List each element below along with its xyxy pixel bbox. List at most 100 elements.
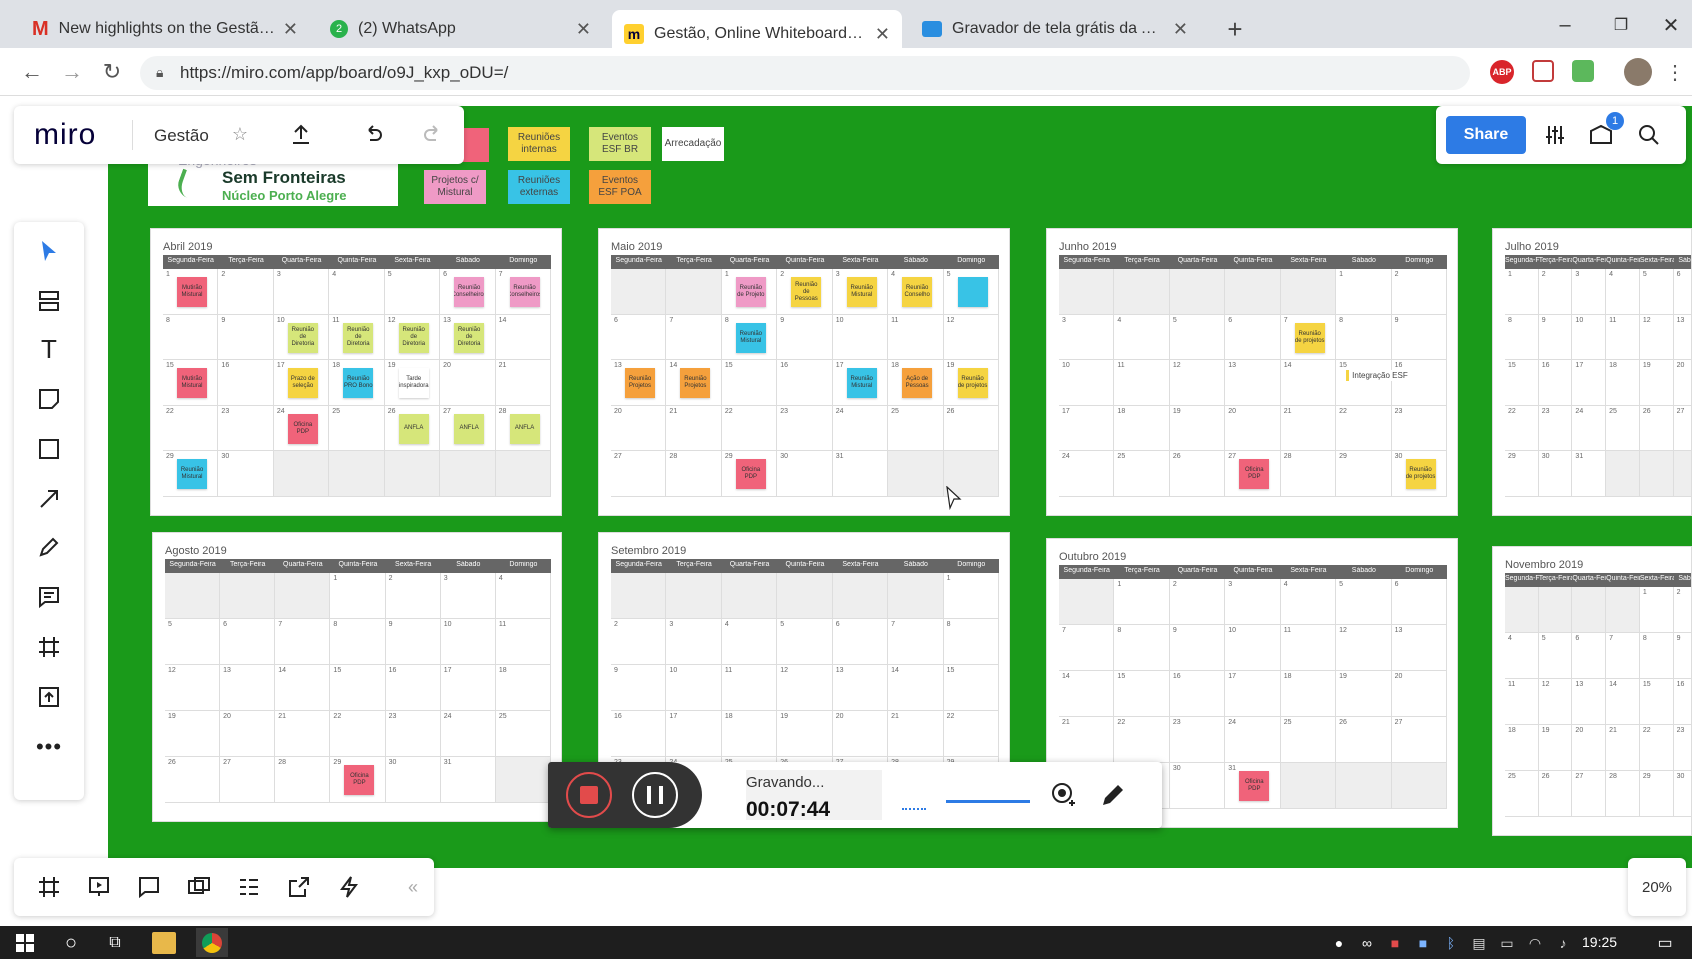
sticky-note[interactable]: Reunião de Diretoria: [398, 322, 429, 353]
close-tab-icon[interactable]: ✕: [1173, 19, 1188, 40]
day-cell[interactable]: 1: [1114, 579, 1170, 625]
sticky-note[interactable]: Oficina PDP: [735, 459, 766, 490]
day-cell[interactable]: 8: [943, 619, 999, 665]
sticky-note[interactable]: Reunião de Pessoas: [791, 277, 822, 307]
day-cell[interactable]: 21: [888, 711, 944, 757]
sticky-note[interactable]: Mutirão Mistural: [177, 277, 207, 307]
event-note[interactable]: Integração ESF: [1346, 370, 1411, 382]
day-cell[interactable]: 17: [1225, 671, 1281, 717]
month-calendar-4[interactable]: Julho 2019 Segunda-FeiraTerça-FeiraQuarta…: [1492, 228, 1692, 516]
sticky-note[interactable]: Reunião de projetos: [1294, 322, 1325, 353]
tab-apowersoft[interactable]: Gravador de tela grátis da Apow ✕: [910, 10, 1200, 48]
day-cell[interactable]: 7: [666, 314, 722, 361]
day-cell[interactable]: [888, 451, 944, 497]
battery-icon[interactable]: ▭: [1496, 932, 1518, 954]
pen-icon[interactable]: [34, 532, 64, 562]
day-cell[interactable]: 11: [495, 619, 551, 665]
star-icon[interactable]: ☆: [228, 122, 252, 146]
day-cell[interactable]: 1: [943, 573, 999, 619]
day-cell[interactable]: 9: [218, 314, 274, 361]
collapse-toolbar-icon[interactable]: «: [398, 872, 428, 902]
day-cell[interactable]: 1: [1505, 269, 1539, 315]
day-cell[interactable]: 22: [163, 405, 219, 452]
day-cell[interactable]: 19: [165, 711, 221, 757]
more-tools-icon[interactable]: •••: [34, 732, 64, 762]
day-cell[interactable]: 25: [1114, 451, 1170, 497]
day-cell[interactable]: 11: [1505, 679, 1539, 725]
day-cell[interactable]: 16: [611, 711, 667, 757]
day-cell[interactable]: 25: [1505, 771, 1539, 817]
day-cell[interactable]: 4: [1280, 579, 1337, 625]
day-cell[interactable]: 26: [943, 405, 999, 452]
extension-icon[interactable]: [1572, 60, 1594, 82]
sticky-note[interactable]: Reunião Mistural: [846, 368, 877, 399]
day-cell[interactable]: 15: [1336, 360, 1392, 406]
sticky-note[interactable]: ANFLA: [398, 413, 429, 444]
comment-icon[interactable]: [34, 582, 64, 612]
pause-record-button[interactable]: [632, 772, 678, 818]
day-cell[interactable]: 15: [721, 360, 778, 406]
day-cell[interactable]: 12: [1169, 360, 1226, 406]
day-cell[interactable]: 31: [440, 757, 496, 803]
day-cell[interactable]: 10: [1225, 625, 1281, 671]
task-view-icon[interactable]: ⧉: [104, 932, 126, 954]
sticky-note[interactable]: Reunião Mistural: [735, 322, 766, 353]
sticky-note[interactable]: Mutirão Mistural: [177, 368, 207, 399]
day-cell[interactable]: 29: [1336, 451, 1392, 497]
day-cell[interactable]: 30: [218, 451, 274, 497]
day-cell[interactable]: 22: [1336, 405, 1392, 452]
apps-lightning-icon[interactable]: [334, 872, 364, 902]
sticky-note[interactable]: Reunião Mistural: [177, 459, 207, 490]
day-cell[interactable]: 9: [611, 665, 667, 711]
day-cell[interactable]: 20: [832, 711, 889, 757]
day-cell[interactable]: 29: [1505, 451, 1539, 497]
sticky-note[interactable]: ANFLA: [509, 413, 540, 444]
day-cell[interactable]: 4: [721, 619, 778, 665]
day-cell[interactable]: 7: [888, 619, 944, 665]
day-cell[interactable]: 10: [832, 314, 889, 361]
day-cell[interactable]: [1538, 587, 1573, 633]
zoom-level[interactable]: 20%: [1628, 872, 1686, 902]
day-cell[interactable]: 2: [611, 619, 667, 665]
sticky-note[interactable]: Reunião Conselheiros: [454, 277, 485, 307]
frames-icon[interactable]: [34, 872, 64, 902]
url-bar[interactable]: 🔒︎ https://miro.com/app/board/o9J_kxp_oD…: [140, 56, 1470, 90]
sticky-note[interactable]: Prazo de seleção: [287, 368, 318, 399]
day-cell[interactable]: [384, 451, 441, 497]
day-cell[interactable]: 19: [1336, 671, 1392, 717]
day-cell[interactable]: [1391, 763, 1447, 809]
day-cell[interactable]: 23: [1169, 717, 1226, 763]
day-cell[interactable]: 14: [1606, 679, 1640, 725]
sticky-note-icon[interactable]: [34, 384, 64, 414]
day-cell[interactable]: [220, 573, 276, 619]
day-cell[interactable]: 29: [1639, 771, 1674, 817]
miro-logo[interactable]: miro: [34, 118, 96, 152]
day-cell[interactable]: 10: [1059, 360, 1115, 406]
day-cell[interactable]: 13: [1572, 679, 1607, 725]
day-cell[interactable]: 6: [1391, 579, 1447, 625]
sticky-note[interactable]: Reunião de projetos: [1405, 459, 1436, 490]
day-cell[interactable]: 18: [1505, 725, 1539, 771]
day-cell[interactable]: 25: [888, 405, 944, 452]
windows-start-icon[interactable]: [14, 932, 36, 954]
day-cell[interactable]: 30: [1673, 771, 1691, 817]
day-cell[interactable]: 1: [330, 573, 386, 619]
redo-icon[interactable]: [418, 120, 448, 150]
day-cell[interactable]: 26: [1538, 771, 1573, 817]
sticky-note[interactable]: Reunião Projetos: [680, 368, 711, 399]
screen-share-icon[interactable]: [184, 872, 214, 902]
day-cell[interactable]: 3: [666, 619, 722, 665]
day-cell[interactable]: 26: [1336, 717, 1392, 763]
day-cell[interactable]: 21: [1059, 717, 1115, 763]
day-cell[interactable]: 23: [385, 711, 441, 757]
day-cell[interactable]: [721, 573, 778, 619]
day-cell[interactable]: 24: [1059, 451, 1115, 497]
day-cell[interactable]: 18: [1114, 405, 1170, 452]
day-cell[interactable]: 4: [1505, 633, 1539, 679]
day-cell[interactable]: 16: [218, 360, 274, 406]
sticky-note[interactable]: Ação de Pessoas: [902, 368, 933, 399]
day-cell[interactable]: [275, 573, 331, 619]
day-cell[interactable]: 16: [385, 665, 441, 711]
day-cell[interactable]: 10: [440, 619, 496, 665]
day-cell[interactable]: 20: [611, 405, 667, 452]
